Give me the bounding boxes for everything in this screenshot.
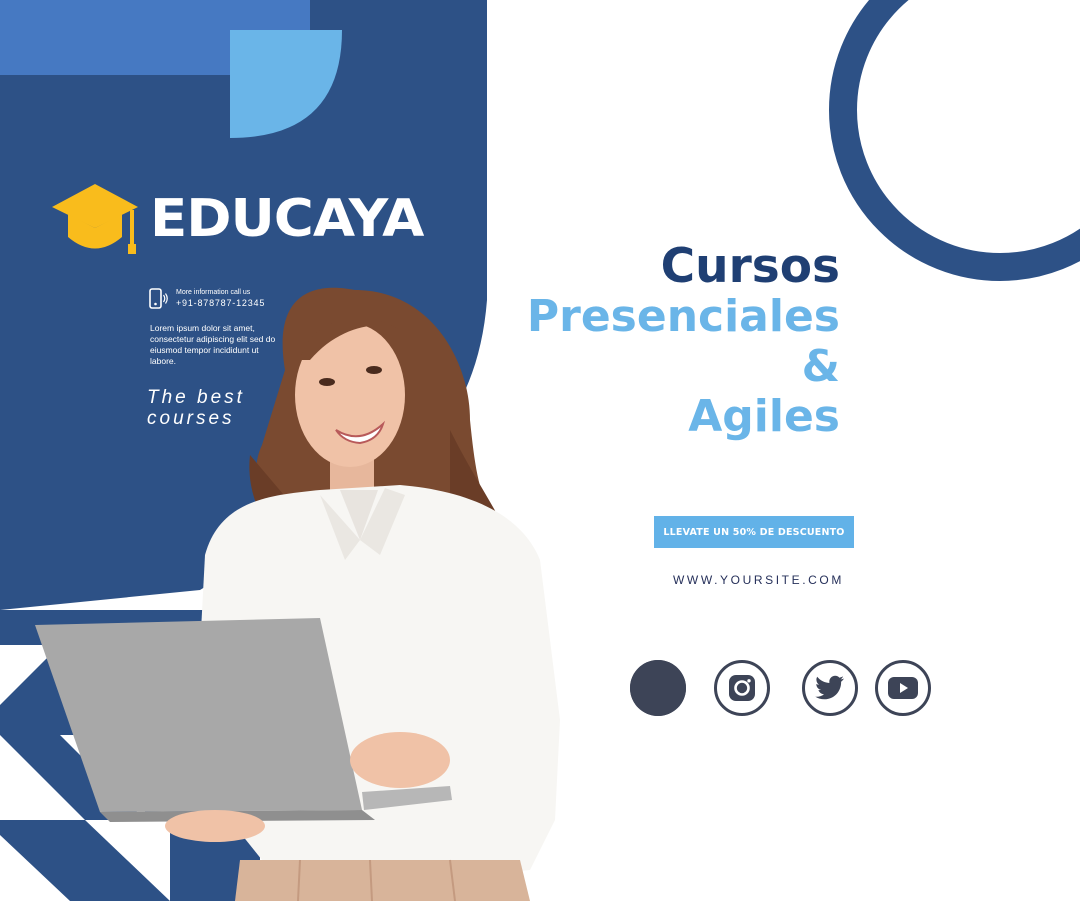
facebook-icon	[630, 660, 686, 716]
brand-name: EDUCAYA	[150, 189, 424, 249]
graduation-cap-icon	[52, 184, 138, 254]
headline: Cursos Presenciales & Agiles	[527, 242, 840, 442]
headline-line-4: Agiles	[688, 391, 840, 442]
brand-logo: EDUCAYA	[50, 182, 424, 256]
instagram-icon	[729, 675, 755, 701]
youtube-button[interactable]	[875, 660, 931, 716]
headline-line-1: Cursos	[660, 239, 840, 294]
discount-button[interactable]: LLEVATE UN 50% DE DESCUENTO	[654, 516, 854, 548]
headline-line-2: Presenciales	[526, 291, 840, 342]
website-link[interactable]: WWW.YOURSITE.COM	[673, 573, 844, 587]
contact-phone: +91-878787-12345	[176, 298, 266, 308]
instagram-button[interactable]	[714, 660, 770, 716]
tagline-line-2: courses	[147, 408, 235, 429]
contact-info-label: More information call us	[176, 289, 251, 296]
tagline: The best courses	[147, 387, 287, 429]
description-text: Lorem ipsum dolor sit amet, consectetur …	[150, 323, 276, 366]
tagline-line-1: The best	[147, 387, 245, 408]
twitter-button[interactable]	[802, 660, 858, 716]
flyer-canvas: EDUCAYA More information call us +91-878…	[0, 0, 1080, 901]
twitter-icon	[815, 675, 844, 700]
contact-block: More information call us +91-878787-1234…	[148, 288, 265, 310]
headline-line-3: &	[801, 341, 840, 392]
facebook-button[interactable]	[630, 660, 686, 716]
phone-icon	[149, 288, 168, 309]
woman-illustration	[35, 287, 560, 901]
youtube-icon	[888, 677, 918, 699]
